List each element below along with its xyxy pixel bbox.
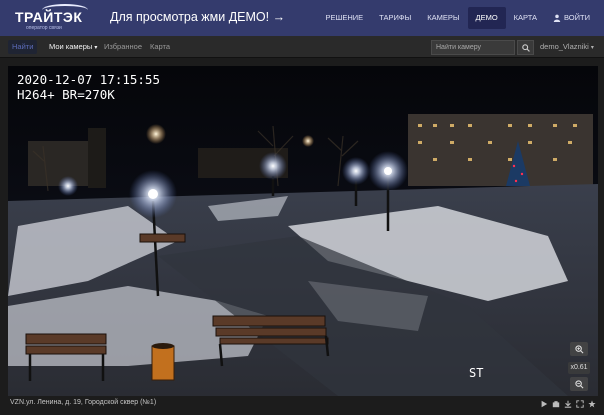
zoom-out-button[interactable] <box>570 377 588 391</box>
settings-icon[interactable] <box>588 400 596 408</box>
camera-search-input[interactable] <box>431 40 515 55</box>
camera-footer: VZN.ул. Ленина, д. 19, Городской сквер (… <box>0 396 604 415</box>
zoom-level: x0.61 <box>568 362 590 374</box>
camera-frame <box>8 66 598 396</box>
play-icon[interactable] <box>540 400 548 408</box>
camera-caption: VZN.ул. Ленина, д. 19, Городской сквер (… <box>10 399 157 406</box>
search-icon <box>521 43 530 52</box>
tab-my-cameras[interactable]: Мои камеры ▾ <box>49 40 97 55</box>
nav-map[interactable]: КАРТА <box>506 7 545 29</box>
osd-datetime: 2020-12-07 17:15:55 <box>17 72 160 87</box>
tab-find[interactable]: Найти <box>8 40 38 54</box>
snapshot-icon[interactable] <box>552 400 560 408</box>
logo-text: ТРАЙТЭК <box>15 9 83 25</box>
top-navbar: ТРАЙТЭК оператор связи Для просмотра жми… <box>0 0 604 36</box>
brand-logo[interactable]: ТРАЙТЭК оператор связи <box>12 4 96 32</box>
user-icon <box>553 14 561 22</box>
logo-subtitle: оператор связи <box>26 25 62 31</box>
nav-tariffs[interactable]: ТАРИФЫ <box>371 7 419 29</box>
camera-corner-label: ST <box>469 366 484 380</box>
zoom-in-button[interactable] <box>570 342 588 356</box>
osd-codec: H264+ BR=270K <box>17 87 115 102</box>
nav-demo[interactable]: ДЕМО <box>467 7 506 29</box>
search-button[interactable] <box>517 40 534 55</box>
tab-favorites[interactable]: Избранное <box>104 40 142 54</box>
chevron-down-icon: ▾ <box>590 45 594 51</box>
zoom-in-icon <box>574 344 583 353</box>
tab-my-cameras-label: Мои камеры <box>49 42 93 51</box>
main-nav: РЕШЕНИЕ ТАРИФЫ КАМЕРЫ ДЕМО КАРТА ВОЙТИ <box>317 7 598 29</box>
fullscreen-icon[interactable] <box>576 400 584 408</box>
tab-map[interactable]: Карта <box>150 40 170 54</box>
camera-actions <box>540 400 596 408</box>
chevron-down-icon: ▾ <box>94 45 98 51</box>
login-label: ВОЙТИ <box>564 13 590 22</box>
nav-solution[interactable]: РЕШЕНИЕ <box>317 7 371 29</box>
camera-toolbar: Найти Мои камеры ▾ Избранное Карта demo_… <box>0 36 604 58</box>
nav-cameras[interactable]: КАМЕРЫ <box>419 7 467 29</box>
camera-timestamp-overlay: 2020-12-07 17:15:55 H264+ BR=270K <box>17 72 160 102</box>
user-menu[interactable]: demo_Vlazniki ▾ <box>540 40 594 55</box>
camera-video-player[interactable]: 2020-12-07 17:15:55 H264+ BR=270K ST x0.… <box>8 66 598 396</box>
download-icon[interactable] <box>564 400 572 408</box>
zoom-out-icon <box>574 379 583 388</box>
demo-promo-text[interactable]: Для просмотра жми ДЕМО! → <box>110 10 285 24</box>
login-button[interactable]: ВОЙТИ <box>545 7 598 29</box>
username: demo_Vlazniki <box>540 42 589 51</box>
